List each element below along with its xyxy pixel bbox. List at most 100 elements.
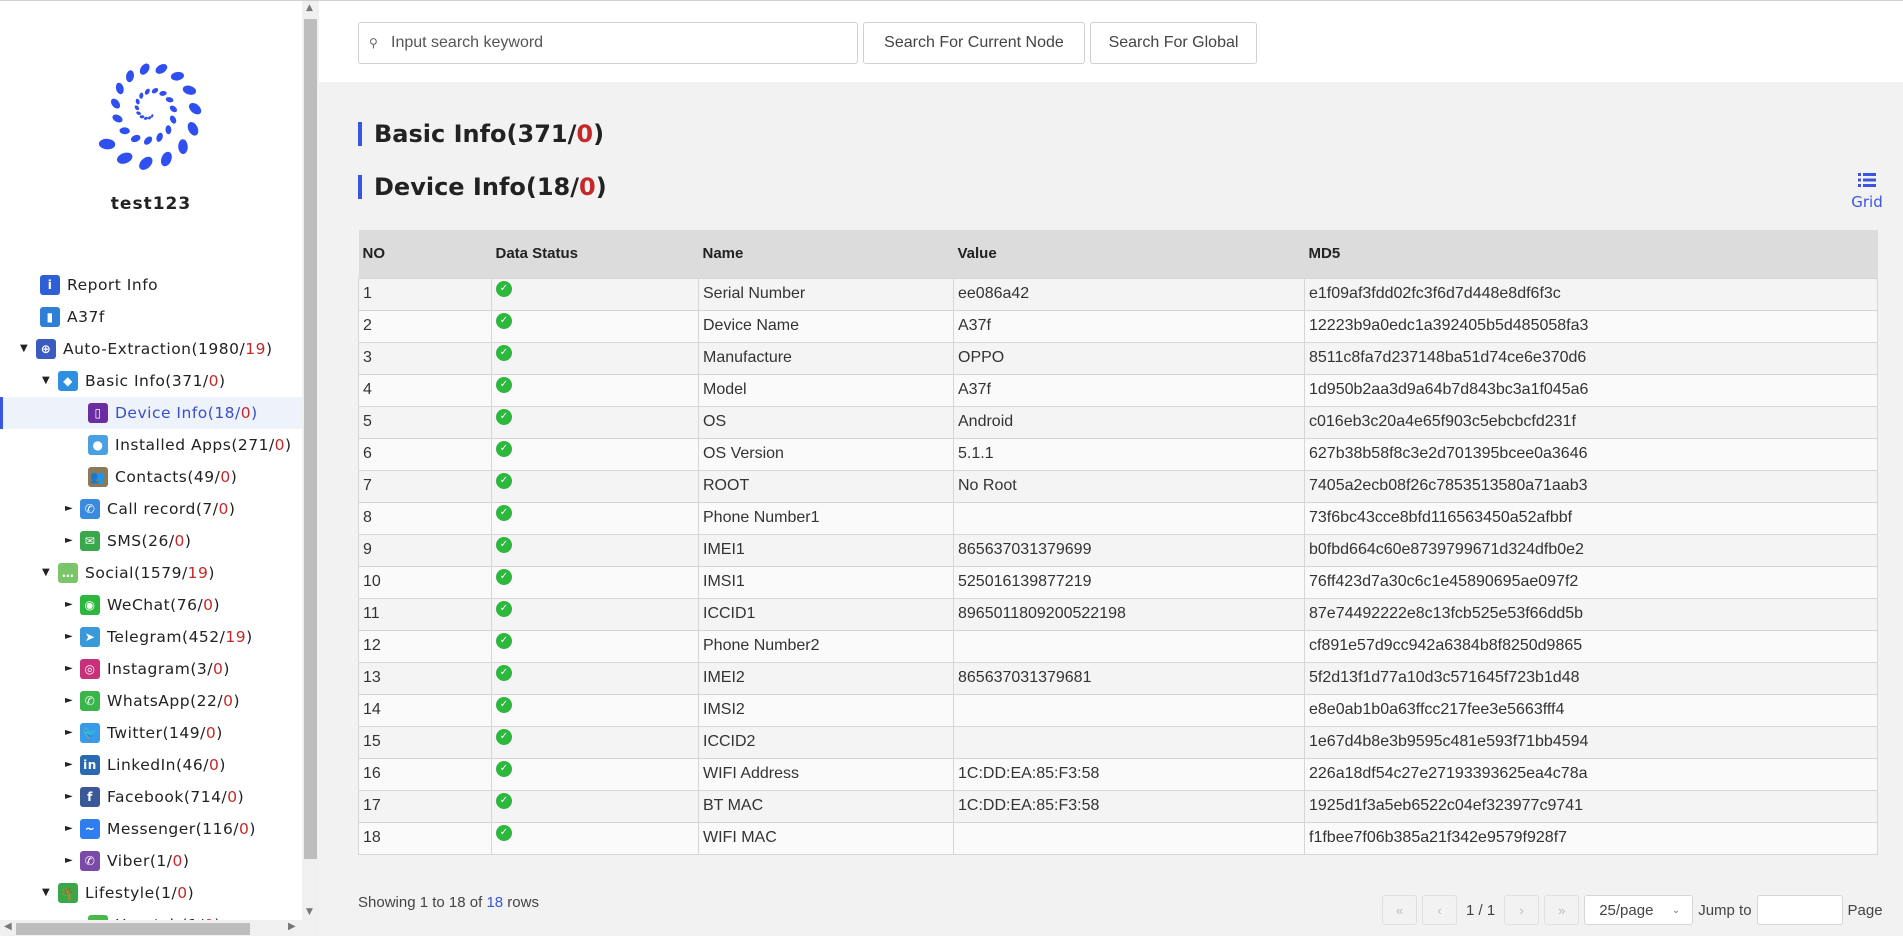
check-circle-icon: ✓: [496, 761, 512, 777]
column-header-value[interactable]: Value: [953, 230, 1305, 278]
tree-item-linkedin[interactable]: ► in LinkedIn(46/0): [0, 749, 302, 781]
scrollbar-thumb[interactable]: [304, 19, 317, 859]
check-circle-icon: ✓: [496, 409, 512, 425]
table-row[interactable]: 6 ✓ OS Version 5.1.1 627b38b58f8c3e2d701395b…: [358, 437, 1878, 471]
tree-item-report-info[interactable]: i Report Info: [0, 269, 302, 301]
collapse-arrow-icon[interactable]: ►: [65, 621, 73, 653]
tree-item-basic-info[interactable]: ▼ ◆ Basic Info(371/0): [0, 365, 302, 397]
cell-no: 4: [358, 373, 492, 407]
tree-item-whatsapp[interactable]: ► ✆ WhatsApp(22/0): [0, 685, 302, 717]
tree-item-device-info[interactable]: ▯ Device Info(18/0): [0, 397, 302, 429]
cell-no: 14: [358, 693, 492, 727]
tree-item-a37f[interactable]: ▮ A37f: [0, 301, 302, 333]
tree-item-contacts[interactable]: 👥 Contacts(49/0): [0, 461, 302, 493]
expand-arrow-icon[interactable]: ▼: [42, 557, 50, 589]
tree-item-instagram[interactable]: ► ◎ Instagram(3/0): [0, 653, 302, 685]
logo-dot: [135, 98, 140, 105]
tree-item-call-record[interactable]: ► ✆ Call record(7/0): [0, 493, 302, 525]
column-header-name[interactable]: Name: [698, 230, 954, 278]
table-row[interactable]: 1 ✓ Serial Number ee086a42 e1f09af3fdd02fc3f…: [358, 277, 1878, 311]
tree-item-facebook[interactable]: ► f Facebook(714/0): [0, 781, 302, 813]
app-window: test123 i Report Info ▮ A37f ▼ ⊕ Auto-Extracti…: [0, 0, 1903, 936]
scroll-up-icon[interactable]: ▲: [306, 3, 313, 13]
grid-view-toggle[interactable]: Grid: [1847, 171, 1887, 211]
first-page-button[interactable]: «: [1382, 895, 1417, 925]
tree-item-social[interactable]: ▼ … Social(1579/19): [0, 557, 302, 589]
table-row[interactable]: 5 ✓ OS Android c016eb3c20a4e65f903c5ebcbcfd2…: [358, 405, 1878, 439]
tree-item-installed-apps[interactable]: ● Installed Apps(271/0): [0, 429, 302, 461]
table-row[interactable]: 15 ✓ ICCID2 1e67d4b8e3b9595c481e593f71bb459…: [358, 725, 1878, 759]
scroll-left-icon[interactable]: ◀: [4, 921, 12, 932]
logo-dot: [115, 82, 124, 95]
last-page-button[interactable]: »: [1544, 895, 1580, 925]
prev-page-button[interactable]: ‹: [1422, 895, 1457, 925]
check-circle-icon: ✓: [496, 281, 512, 297]
collapse-arrow-icon[interactable]: ►: [65, 589, 73, 621]
sidebar-horizontal-scrollbar[interactable]: ◀ ▶: [0, 920, 302, 936]
table-row[interactable]: 2 ✓ Device Name A37f 12223b9a0edc1a392405b5d…: [358, 309, 1878, 343]
paren: ): [230, 468, 238, 486]
sidebar: test123 i Report Info ▮ A37f ▼ ⊕ Auto-Extracti…: [0, 1, 302, 936]
table-row[interactable]: 9 ✓ IMEI1 865637031379699 b0fbd664c60e873979…: [358, 533, 1878, 567]
collapse-arrow-icon[interactable]: ►: [65, 781, 73, 813]
tree-item-auto-extraction[interactable]: ▼ ⊕ Auto-Extraction(1980/19): [0, 333, 302, 365]
table-row[interactable]: 14 ✓ IMSI2 e8e0ab1b0a63ffcc217fee3e5663fff4: [358, 693, 1878, 727]
cell-name: WIFI MAC: [698, 821, 954, 855]
table-row[interactable]: 17 ✓ BT MAC 1C:DD:EA:85:F3:58 1925d1f3a5eb65…: [358, 789, 1878, 823]
paren: ): [184, 532, 192, 550]
table-row[interactable]: 4 ✓ Model A37f 1d950b2aa3d9a64b7d843bc3a1f04…: [358, 373, 1878, 407]
search-current-node-button[interactable]: Search For Current Node: [863, 22, 1085, 64]
cell-no: 12: [358, 629, 492, 663]
tree-item-twitter[interactable]: ► 🐦 Twitter(149/0): [0, 717, 302, 749]
scrollbar-thumb[interactable]: [16, 923, 250, 935]
cell-value: [953, 629, 1305, 663]
tree-item-telegram[interactable]: ► ➤ Telegram(452/19): [0, 621, 302, 653]
table-row[interactable]: 13 ✓ IMEI2 865637031379681 5f2d13f1d77a10d3c…: [358, 661, 1878, 695]
table-row[interactable]: 16 ✓ WIFI Address 1C:DD:EA:85:F3:58 226a18df…: [358, 757, 1878, 791]
table-row[interactable]: 10 ✓ IMSI1 525016139877219 76ff423d7a30c6c1e…: [358, 565, 1878, 599]
table-row[interactable]: 7 ✓ ROOT No Root 7405a2ecb08f26c7853513580a7…: [358, 469, 1878, 503]
next-page-button[interactable]: ›: [1504, 895, 1540, 925]
paren: ): [233, 692, 241, 710]
tree-item-lifestyle[interactable]: ▼ 🌴 Lifestyle(1/0): [0, 877, 302, 909]
flagged-count: 0: [172, 852, 183, 870]
jump-to-page-input[interactable]: [1756, 895, 1843, 925]
expand-arrow-icon[interactable]: ▼: [20, 333, 28, 365]
collapse-arrow-icon[interactable]: ►: [65, 525, 73, 557]
expand-arrow-icon[interactable]: ▼: [42, 365, 50, 397]
table-row[interactable]: 18 ✓ WIFI MAC f1fbee7f06b385a21f342e9579f92…: [358, 821, 1878, 855]
search-global-button[interactable]: Search For Global: [1090, 22, 1257, 64]
device-info-table: NO Data Status Name Value MD5 1 ✓ Serial N…: [358, 230, 1878, 855]
column-header-md5[interactable]: MD5: [1304, 230, 1878, 278]
collapse-arrow-icon[interactable]: ►: [65, 717, 73, 749]
tree-item-label: Facebook(714/0): [107, 781, 244, 813]
column-header-data-status[interactable]: Data Status: [491, 230, 699, 278]
search-field[interactable]: ⚲: [358, 22, 858, 64]
tree-item-label: Installed Apps(271/0): [115, 429, 292, 461]
search-input[interactable]: [391, 34, 851, 52]
tree-item-wechat[interactable]: ► ◉ WeChat(76/0): [0, 589, 302, 621]
tree-item-messenger[interactable]: ► ~ Messenger(116/0): [0, 813, 302, 845]
collapse-arrow-icon[interactable]: ►: [65, 813, 73, 845]
collapse-arrow-icon[interactable]: ►: [65, 685, 73, 717]
table-row[interactable]: 3 ✓ Manufacture OPPO 8511c8fa7d237148ba51d74…: [358, 341, 1878, 375]
tree-item-text: Telegram(452/: [107, 628, 226, 646]
column-header-no[interactable]: NO: [358, 230, 492, 278]
collapse-arrow-icon[interactable]: ►: [65, 653, 73, 685]
logo-dot: [165, 97, 174, 103]
cell-value: 865637031379681: [953, 661, 1305, 695]
table-row[interactable]: 11 ✓ ICCID1 8965011809200522198 87e74492222e…: [358, 597, 1878, 631]
tree-item-sms[interactable]: ► ✉ SMS(26/0): [0, 525, 302, 557]
expand-arrow-icon[interactable]: ▼: [42, 877, 50, 909]
collapse-arrow-icon[interactable]: ►: [65, 845, 73, 877]
scroll-right-icon[interactable]: ▶: [288, 921, 296, 932]
collapse-arrow-icon[interactable]: ►: [65, 749, 73, 781]
flagged-count: 0: [203, 596, 214, 614]
collapse-arrow-icon[interactable]: ►: [65, 493, 73, 525]
scroll-down-icon[interactable]: ▼: [306, 907, 313, 917]
sidebar-vertical-scrollbar[interactable]: ▲ ▼: [302, 1, 319, 936]
table-row[interactable]: 8 ✓ Phone Number1 73f6bc43cce8bfd116563450a…: [358, 501, 1878, 535]
page-size-select[interactable]: 25/page ⌄: [1584, 895, 1694, 925]
tree-item-viber[interactable]: ► ✆ Viber(1/0): [0, 845, 302, 877]
table-row[interactable]: 12 ✓ Phone Number2 cf891e57d9cc942a6384b8f8…: [358, 629, 1878, 663]
